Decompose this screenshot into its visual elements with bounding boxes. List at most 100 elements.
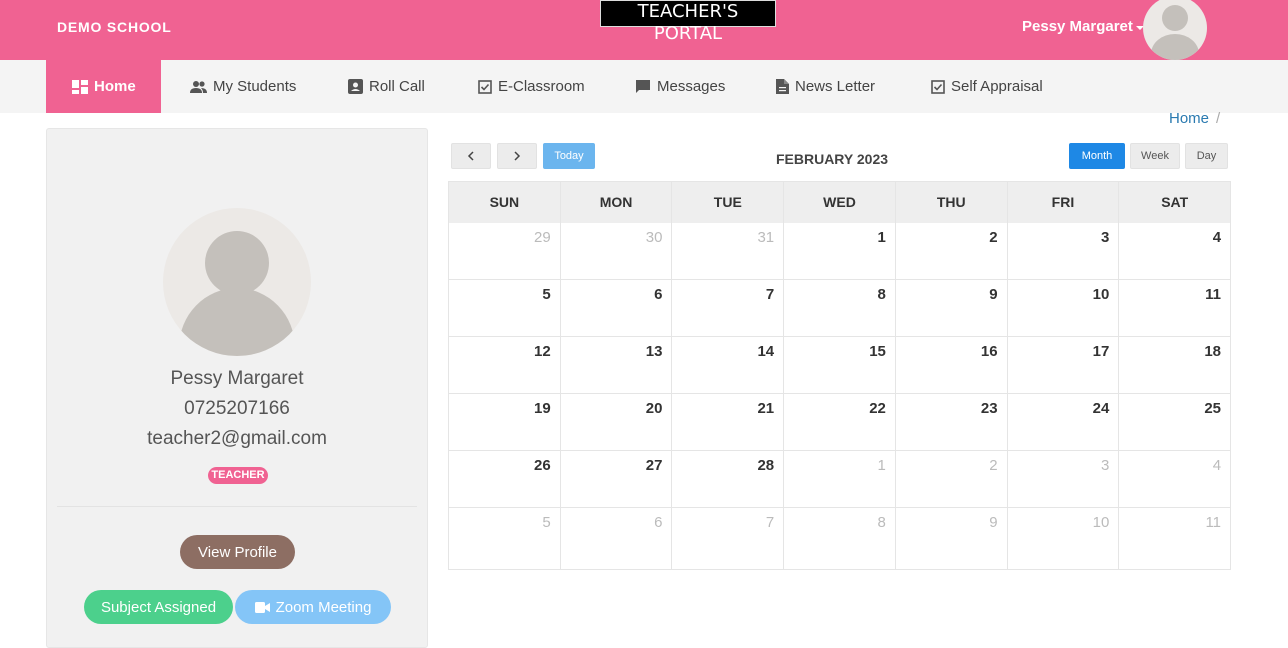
calendar-day-cell[interactable]: 22 — [784, 394, 896, 451]
nav-item-messages[interactable]: Messages — [635, 60, 725, 113]
calendar-day-cell[interactable]: 12 — [449, 337, 561, 394]
profile-email: teacher2@gmail.com — [147, 428, 327, 449]
calendar-day-cell-other-month[interactable]: 1 — [784, 451, 896, 508]
calendar-day-cell-other-month[interactable]: 10 — [1007, 508, 1120, 570]
nav-label-my-students: My Students — [213, 78, 297, 95]
nav-item-self-appraisal[interactable]: Self Appraisal — [931, 60, 1043, 113]
calendar-today-button[interactable]: Today — [543, 143, 595, 169]
nav-label-roll-call: Roll Call — [369, 78, 425, 95]
calendar-day-cell[interactable]: 14 — [672, 337, 785, 394]
checkbox-icon — [478, 79, 492, 94]
zoom-meeting-button[interactable]: Zoom Meeting — [235, 590, 391, 624]
calendar-day-cell[interactable]: 10 — [1007, 280, 1120, 337]
weekday-sun: SUN — [449, 182, 561, 223]
breadcrumb: Home / — [1169, 110, 1220, 127]
calendar-day-cell[interactable]: 9 — [895, 280, 1008, 337]
chevron-right-icon — [514, 151, 521, 161]
calendar-day-cell[interactable]: 24 — [1007, 394, 1120, 451]
calendar-day-cell-other-month[interactable]: 5 — [449, 508, 561, 570]
calendar-day-cell-other-month[interactable]: 11 — [1119, 508, 1232, 570]
profile-name: Pessy Margaret — [170, 368, 304, 389]
subject-assigned-button[interactable]: Subject Assigned — [84, 590, 233, 624]
calendar-day-cell-other-month[interactable]: 29 — [449, 223, 561, 280]
calendar-day-cell[interactable]: 4 — [1119, 223, 1232, 280]
calendar-next-button[interactable] — [497, 143, 537, 169]
calendar-weekday-header: SUN MON TUE WED THU FRI SAT — [449, 182, 1232, 223]
calendar-day-cell[interactable]: 21 — [672, 394, 785, 451]
calendar-day-cell[interactable]: 20 — [560, 394, 673, 451]
nav-label-self-appraisal: Self Appraisal — [951, 78, 1043, 95]
calendar-day-cell-other-month[interactable]: 2 — [895, 451, 1008, 508]
nav-item-my-students[interactable]: My Students — [190, 60, 296, 113]
calendar-day-cell[interactable]: 2 — [895, 223, 1008, 280]
calendar-day-cell-other-month[interactable]: 31 — [672, 223, 785, 280]
weekday-sat: SAT — [1119, 182, 1232, 223]
calendar-day-cell[interactable]: 3 — [1007, 223, 1120, 280]
calendar-day-cell[interactable]: 26 — [449, 451, 561, 508]
role-badge: TEACHER — [208, 467, 268, 484]
calendar-prev-button[interactable] — [451, 143, 491, 169]
calendar-day-cell[interactable]: 16 — [895, 337, 1008, 394]
contact-card-icon — [348, 79, 363, 94]
calendar-day-cell[interactable]: 23 — [895, 394, 1008, 451]
nav-label-home: Home — [94, 78, 136, 95]
calendar-day-cell-other-month[interactable]: 30 — [560, 223, 673, 280]
profile-phone: 0725207166 — [184, 398, 290, 419]
calendar-day-cell-other-month[interactable]: 8 — [784, 508, 896, 570]
video-camera-icon — [254, 601, 270, 613]
nav-item-news-letter[interactable]: News Letter — [776, 60, 875, 113]
calendar-day-cell-other-month[interactable]: 9 — [895, 508, 1008, 570]
user-menu-toggle[interactable]: Pessy Margaret — [1022, 18, 1144, 35]
calendar-day-cell[interactable]: 18 — [1119, 337, 1232, 394]
breadcrumb-separator: / — [1216, 110, 1221, 127]
calendar-week-view-button[interactable]: Week — [1130, 143, 1180, 169]
calendar-day-cell[interactable]: 5 — [449, 280, 561, 337]
calendar-day-cell[interactable]: 11 — [1119, 280, 1232, 337]
calendar-day-cell[interactable]: 17 — [1007, 337, 1120, 394]
calendar-day-cell-other-month[interactable]: 4 — [1119, 451, 1232, 508]
view-profile-button[interactable]: View Profile — [180, 535, 295, 569]
nav-item-roll-call[interactable]: Roll Call — [348, 60, 425, 113]
nav-item-home[interactable]: Home — [46, 60, 161, 113]
calendar-day-cell[interactable]: 15 — [784, 337, 896, 394]
nav-label-e-classroom: E-Classroom — [498, 78, 585, 95]
calendar-day-cell-other-month[interactable]: 6 — [560, 508, 673, 570]
calendar-day-cell[interactable]: 19 — [449, 394, 561, 451]
people-icon — [190, 80, 207, 93]
calendar-day-cell[interactable]: 6 — [560, 280, 673, 337]
user-name: Pessy Margaret — [1022, 18, 1133, 35]
nav-label-news-letter: News Letter — [795, 78, 876, 95]
calendar-day-cell[interactable]: 1 — [784, 223, 896, 280]
calendar-day-view-button[interactable]: Day — [1185, 143, 1228, 169]
dashboard-icon — [72, 79, 88, 94]
calendar-day-cell-other-month[interactable]: 3 — [1007, 451, 1120, 508]
calendar-week-row: 19 20 21 22 23 24 25 — [449, 394, 1232, 451]
weekday-fri: FRI — [1008, 182, 1120, 223]
chat-bubble-icon — [636, 80, 650, 93]
calendar-week-row: 12 13 14 15 16 17 18 — [449, 337, 1232, 394]
calendar-day-cell[interactable]: 8 — [784, 280, 896, 337]
calendar-grid: SUN MON TUE WED THU FRI SAT 29 30 31 1 2 3 4 5 6 7 8 9 10 1… — [448, 181, 1232, 570]
breadcrumb-home-link[interactable]: Home — [1169, 110, 1209, 127]
calendar-day-cell-other-month[interactable]: 7 — [672, 508, 785, 570]
weekday-wed: WED — [784, 182, 896, 223]
weekday-tue: TUE — [672, 182, 785, 223]
main-nav: Home My Students Roll Call E-Classroom M… — [0, 60, 1288, 113]
calendar-day-cell[interactable]: 27 — [560, 451, 673, 508]
profile-card: Pessy Margaret 0725207166 teacher2@gmail… — [46, 128, 428, 648]
user-silhouette-icon — [179, 231, 295, 356]
calendar-day-cell[interactable]: 25 — [1119, 394, 1232, 451]
calendar-day-cell[interactable]: 7 — [672, 280, 785, 337]
avatar[interactable] — [1143, 0, 1207, 60]
calendar-week-row: 26 27 28 1 2 3 4 — [449, 451, 1232, 508]
calendar-month-view-button[interactable]: Month — [1069, 143, 1125, 169]
calendar-week-row: 29 30 31 1 2 3 4 — [449, 223, 1232, 280]
user-silhouette-icon — [1151, 5, 1199, 60]
nav-item-e-classroom[interactable]: E-Classroom — [478, 60, 585, 113]
calendar-day-cell[interactable]: 13 — [560, 337, 673, 394]
checkbox-icon — [931, 79, 945, 94]
calendar-week-row: 5 6 7 8 9 10 11 — [449, 280, 1232, 337]
calendar-day-cell[interactable]: 28 — [672, 451, 785, 508]
school-name[interactable]: DEMO SCHOOL — [57, 19, 172, 35]
divider — [57, 506, 417, 507]
